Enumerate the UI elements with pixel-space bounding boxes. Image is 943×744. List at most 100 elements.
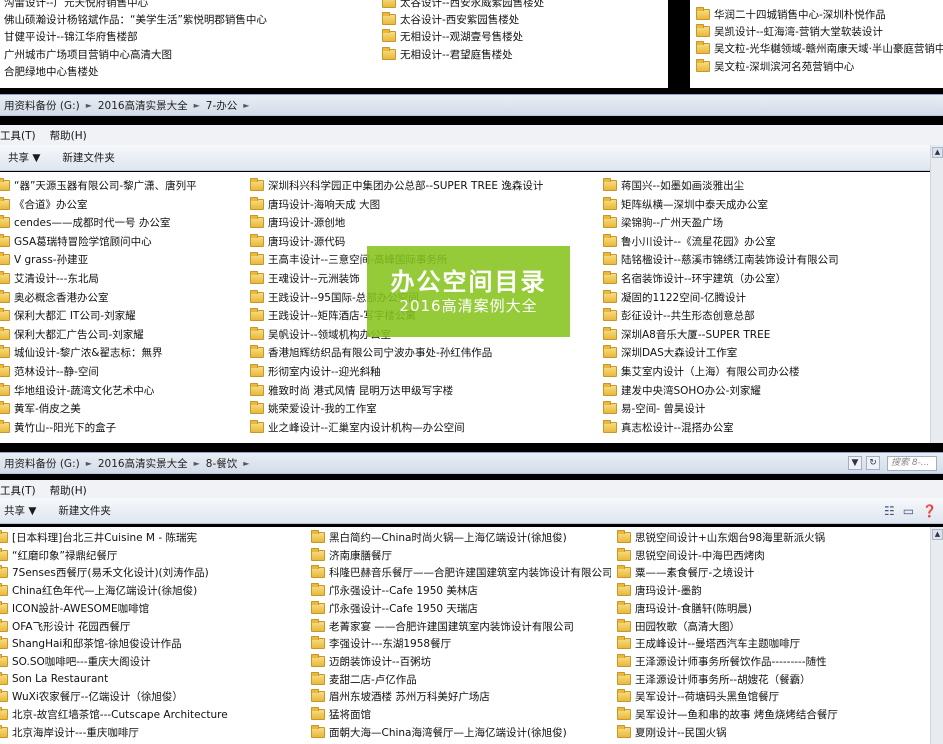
folder-item[interactable]: 范林设计--静-空间 — [0, 363, 242, 380]
folder-item[interactable]: 7Senses西餐厅(易禾文化设计)(刘涛作品) — [0, 564, 299, 581]
folder-item[interactable]: 《合道》办公室 — [0, 196, 242, 213]
folder-item[interactable]: 科隆巴赫音乐餐厅——合肥许建国建筑室内装饰设计有限公司 — [311, 564, 611, 581]
address-bar-dining[interactable]: 用资料备份 (G:) ► 2016高清实景大全 ► 8-餐饮 ► ▼ ↻ 搜索 … — [0, 452, 943, 474]
folder-item[interactable]: V grass-孙建亚 — [0, 251, 242, 268]
folder-item[interactable]: 唐玛设计-墨韵 — [617, 582, 923, 599]
view-mode-icon[interactable]: ☷ — [884, 504, 895, 518]
folder-item[interactable]: 吴文粒-光华樾领域-赣州南康天域·半山豪庭营销中心 — [696, 40, 943, 57]
folder-item[interactable]: 无相设计--观湖壹号售楼处 — [382, 28, 662, 45]
vertical-scrollbar[interactable]: ▲ — [930, 145, 943, 443]
folder-item[interactable]: WuXi农家餐厅--亿端设计（徐旭俊） — [0, 688, 299, 705]
folder-item[interactable]: 陆铭楹设计--慈溪市锦绣江南装饰设计有限公司 — [603, 251, 923, 268]
folder-item[interactable]: 矩阵纵横—深圳中泰天成办公室 — [603, 196, 923, 213]
chevron-right-icon[interactable]: ► — [243, 101, 249, 110]
folder-item[interactable]: 太谷设计-西安紫园售楼处 — [382, 11, 662, 28]
folder-item[interactable]: 易-空间- 曾昊设计 — [603, 400, 923, 417]
folder-item[interactable]: OFA飞形设计 花园西餐厅 — [0, 618, 299, 635]
new-folder-button[interactable]: 新建文件夹 — [62, 150, 115, 165]
folder-item[interactable]: 保利大都汇广告公司-刘家耀 — [0, 326, 242, 343]
folder-item[interactable]: 业之峰设计--汇巢室内设计机构—办公空间 — [250, 419, 590, 436]
folder-item[interactable]: ShangHai和邸茶馆-徐旭俊设计作品 — [0, 635, 299, 652]
folder-item[interactable]: 华润二十四城销售中心-深圳朴悦作品 — [696, 6, 943, 23]
folder-item[interactable]: 眉州东坡酒楼 苏州万科美好广场店 — [311, 688, 611, 705]
folder-item[interactable]: 无相设计--君望庭售楼处 — [382, 46, 662, 63]
folder-item[interactable]: 吴军设计—鱼和串的故事 烤鱼烧烤结合餐厅 — [617, 706, 923, 723]
folder-item[interactable]: 邝永强设计--Cafe 1950 天瑞店 — [311, 600, 611, 617]
menu-help[interactable]: 帮助(H) — [50, 483, 87, 498]
folder-item[interactable]: SO.SO咖啡吧---重庆大阁设计 — [0, 653, 299, 670]
vertical-scrollbar[interactable]: ▲ — [930, 527, 943, 744]
folder-item[interactable]: 沟雷设计--广元天悦府销售中心 — [0, 0, 356, 11]
folder-item[interactable]: 姚荣爱设计-我的工作室 — [250, 400, 590, 417]
folder-item[interactable]: 梁锦驹--广州天盈广场 — [603, 214, 923, 231]
folder-item[interactable]: 形彻室内设计--迎光斜釉 — [250, 363, 590, 380]
folder-item[interactable]: 思锐空间设计+山东烟台98海里新派火锅 — [617, 529, 923, 546]
folder-item[interactable]: ICON設計-AWESOME咖啡馆 — [0, 600, 299, 617]
folder-item[interactable]: 吴凯设计--虹海湾-营销大堂软装设计 — [696, 23, 943, 40]
folder-item[interactable]: 蒋国兴--如墨如画淡雅出尘 — [603, 177, 923, 194]
folder-item[interactable]: 保利大都汇 IT公司-刘家耀 — [0, 307, 242, 324]
chevron-right-icon[interactable]: ► — [243, 459, 249, 468]
refresh-icon[interactable]: ↻ — [866, 456, 880, 470]
folder-item[interactable]: cendes——成都时代一号 办公室 — [0, 214, 242, 231]
breadcrumb-drive[interactable]: 用资料备份 (G:) — [4, 456, 80, 471]
folder-item[interactable]: 甘健平设计--锦江华府售楼部 — [0, 28, 356, 45]
folder-item[interactable]: 雅致时尚 港式风情 昆明万达甲级写字楼 — [250, 382, 590, 399]
folder-item[interactable]: 王泽源设计师事务所--胡嫂花（餐霸） — [617, 671, 923, 688]
folder-item[interactable]: 广州城市广场项目营销中心高清大图 — [0, 46, 356, 63]
folder-item[interactable]: 唐玛设计-食膳轩(陈明晨) — [617, 600, 923, 617]
folder-item[interactable]: 艾清设计---东北局 — [0, 270, 242, 287]
preview-pane-icon[interactable]: ▭ — [903, 504, 914, 518]
breadcrumb-current[interactable]: 8-餐饮 — [206, 456, 237, 471]
share-button[interactable]: 共享 ▼ — [4, 503, 36, 518]
folder-item[interactable]: 吴文粒-深圳滨河名苑营销中心 — [696, 58, 943, 75]
folder-item[interactable]: 夏刚设计--民国火锅 — [617, 724, 923, 741]
folder-item[interactable]: 面朝大海—China海湾餐厅—上海亿端设计(徐旭俊) — [311, 724, 611, 741]
breadcrumb-drive[interactable]: 用资料备份 (G:) — [4, 98, 80, 113]
folder-item[interactable]: 奥必概念香港办公室 — [0, 289, 242, 306]
folder-item[interactable]: 黄竹山--阳光下的盒子 — [0, 419, 242, 436]
breadcrumb-folder[interactable]: 2016高清实景大全 — [98, 456, 188, 471]
folder-item[interactable]: China红色年代—上海亿端设计(徐旭俊) — [0, 582, 299, 599]
chevron-right-icon[interactable]: ► — [194, 459, 200, 468]
folder-item[interactable]: 邝永强设计--Cafe 1950 美林店 — [311, 582, 611, 599]
new-folder-button[interactable]: 新建文件夹 — [58, 503, 111, 518]
breadcrumb-current[interactable]: 7-办公 — [206, 98, 237, 113]
breadcrumb-folder[interactable]: 2016高清实景大全 — [98, 98, 188, 113]
scroll-up-icon[interactable]: ▲ — [932, 147, 943, 158]
chevron-right-icon[interactable]: ► — [86, 459, 92, 468]
folder-item[interactable]: 凝固的1122空间-亿腾设计 — [603, 289, 923, 306]
folder-item[interactable]: 鲁小川设计--《流星花园》办公室 — [603, 233, 923, 250]
chevron-right-icon[interactable]: ► — [86, 101, 92, 110]
menu-tools[interactable]: 工具(T) — [0, 128, 36, 143]
folder-item[interactable]: 华地组设计-蔬湾文化艺术中心 — [0, 382, 242, 399]
folder-item[interactable]: [日本料理]台北三井Cuisine M - 陈瑞宪 — [0, 529, 299, 546]
folder-item[interactable]: 深圳科兴科学园正中集团办公总部--SUPER TREE 逸森设计 — [250, 177, 590, 194]
folder-item[interactable]: “红磨印象”禄鼎纪餐厅 — [0, 547, 299, 564]
share-button[interactable]: 共享 ▼ — [8, 150, 40, 165]
folder-item[interactable]: 城仙设计-黎广浓&翟志标：無界 — [0, 344, 242, 361]
menu-help[interactable]: 帮助(H) — [50, 128, 87, 143]
folder-item[interactable]: 真志松设计--混搭办公室 — [603, 419, 923, 436]
folder-item[interactable]: 吴军设计--荷塘码头黑鱼馆餐厅 — [617, 688, 923, 705]
folder-item[interactable]: 香港旭辉纺织品有限公司宁波办事处-孙红伟作品 — [250, 344, 590, 361]
folder-item[interactable]: 深圳DAS大森设计工作室 — [603, 344, 923, 361]
folder-item[interactable]: 合肥绿地中心售楼处 — [0, 63, 356, 80]
folder-item[interactable]: 建发中央湾SOHO办公-刘家耀 — [603, 382, 923, 399]
folder-item[interactable]: 彭征设计--共生形态创意总部 — [603, 307, 923, 324]
folder-item[interactable]: 粟——素食餐厅-之境设计 — [617, 564, 923, 581]
folder-item[interactable]: 迈朗装饰设计--百粥坊 — [311, 653, 611, 670]
folder-item[interactable]: 深圳A8音乐大厦--SUPER TREE — [603, 326, 923, 343]
folder-item[interactable]: 田园牧歌（高清大图） — [617, 618, 923, 635]
folder-item[interactable]: 太谷设计--西安永威紫园售楼处 — [382, 0, 662, 11]
folder-item[interactable]: GSA葛瑞特冒险学馆顾问中心 — [0, 233, 242, 250]
search-input[interactable]: 搜索 8-... — [887, 456, 937, 471]
help-icon[interactable]: ❓ — [922, 504, 937, 518]
folder-item[interactable]: 集艾室内设计（上海）有限公司办公楼 — [603, 363, 923, 380]
folder-item[interactable]: 名宿装饰设计--环宇建筑（办公室） — [603, 270, 923, 287]
folder-item[interactable]: 北京-故宫红墙茶馆---Cutscape Architecture — [0, 706, 299, 723]
folder-item[interactable]: 北京海岸设计---重庆咖啡厅 — [0, 724, 299, 741]
folder-item[interactable]: “器”天源玉器有限公司-黎广潇、唐列平 — [0, 177, 242, 194]
folder-item[interactable]: 王泽源设计师事务所餐饮作品---------随性 — [617, 653, 923, 670]
folder-item[interactable]: 佛山硕瀚设计杨铭斌作品：“美学生活”紫悦明郡销售中心 — [0, 11, 356, 28]
